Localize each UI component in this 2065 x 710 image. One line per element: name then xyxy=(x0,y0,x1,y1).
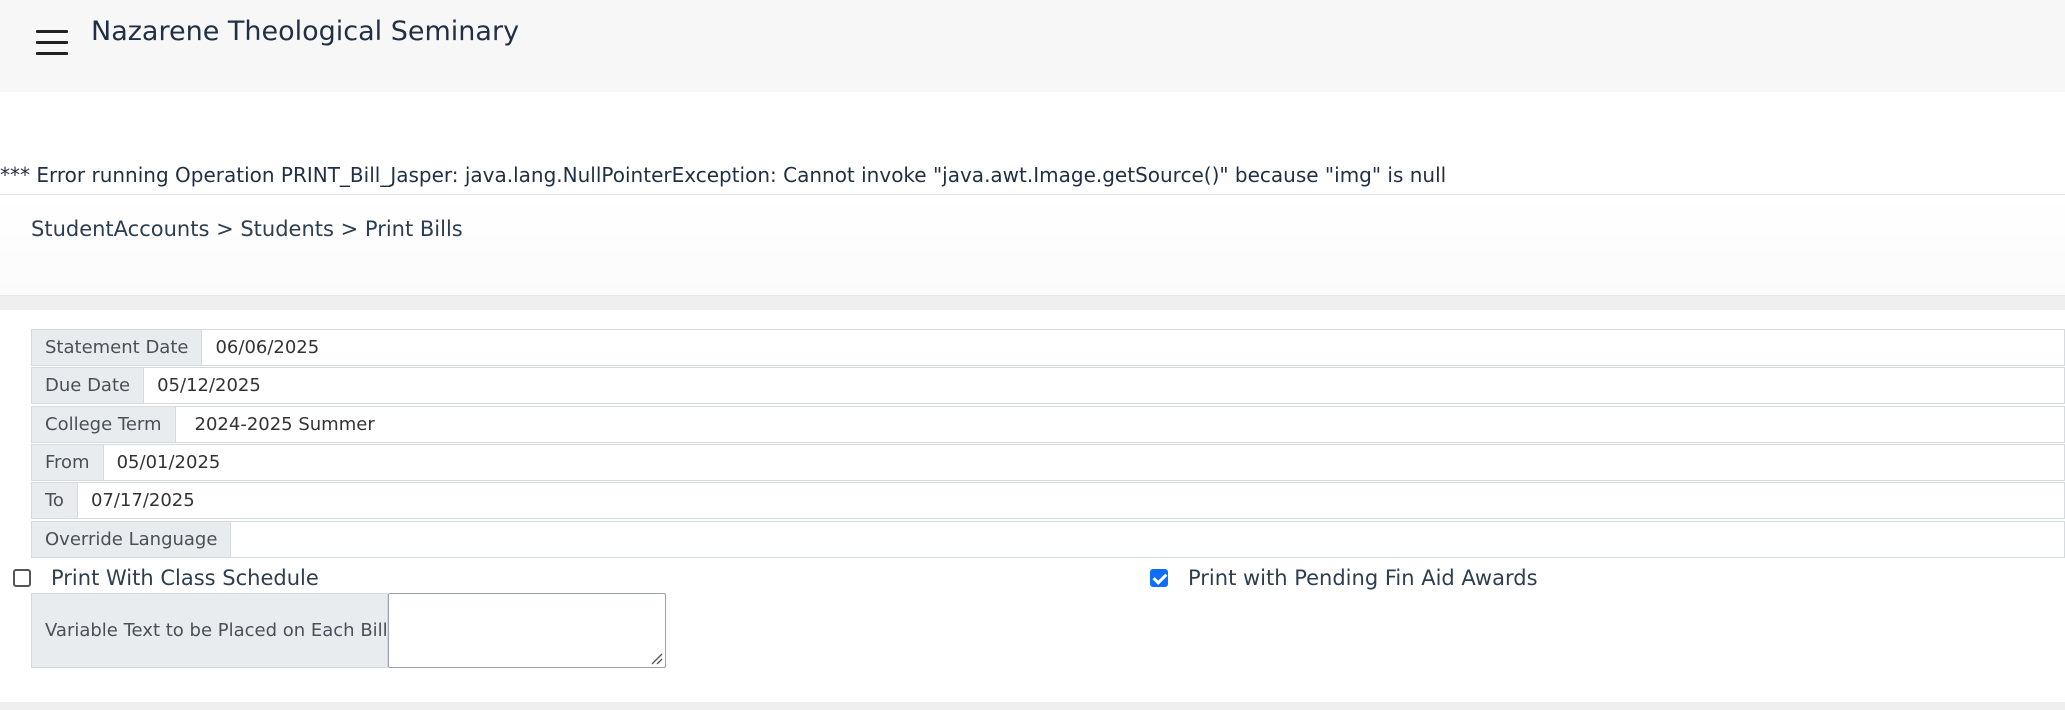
variable-text-textarea[interactable] xyxy=(388,593,666,668)
due-date-row: Due Date 05/12/2025 xyxy=(31,367,2065,404)
college-term-row: College Term 2024-2025 Summer xyxy=(31,406,2065,443)
print-with-pending-fin-aid-option[interactable]: Print with Pending Fin Aid Awards xyxy=(1150,566,1538,590)
from-date-row: From 05/01/2025 xyxy=(31,444,2065,481)
from-date-label: From xyxy=(31,444,104,481)
statement-date-input[interactable]: 06/06/2025 xyxy=(202,329,2065,366)
hamburger-menu-icon[interactable] xyxy=(36,30,68,56)
from-date-input[interactable]: 05/01/2025 xyxy=(103,444,2065,481)
variable-text-label: Variable Text to be Placed on Each Bill xyxy=(31,593,388,668)
to-date-row: To 07/17/2025 xyxy=(31,482,2065,519)
print-with-class-schedule-label[interactable]: Print With Class Schedule xyxy=(51,566,319,590)
college-term-select[interactable]: 2024-2025 Summer xyxy=(175,406,2065,443)
to-date-label: To xyxy=(31,482,78,519)
college-term-label: College Term xyxy=(31,406,176,443)
print-with-class-schedule-checkbox[interactable] xyxy=(13,569,31,587)
due-date-input[interactable]: 05/12/2025 xyxy=(144,367,2065,404)
statement-date-label: Statement Date xyxy=(31,329,203,366)
page-bottom-gap xyxy=(0,702,2065,710)
print-with-class-schedule-option[interactable]: Print With Class Schedule xyxy=(13,566,319,590)
app-title[interactable]: Nazarene Theological Seminary xyxy=(91,16,519,47)
error-message: *** Error running Operation PRINT_Bill_J… xyxy=(0,163,1447,187)
override-language-row: Override Language xyxy=(31,521,2065,558)
to-date-input[interactable]: 07/17/2025 xyxy=(77,482,2065,519)
statement-date-row: Statement Date 06/06/2025 xyxy=(31,329,2065,366)
breadcrumb: StudentAccounts > Students > Print Bills xyxy=(31,217,463,241)
print-with-pending-fin-aid-label[interactable]: Print with Pending Fin Aid Awards xyxy=(1188,566,1538,590)
due-date-label: Due Date xyxy=(31,367,145,404)
breadcrumb-panel: StudentAccounts > Students > Print Bills xyxy=(0,195,2065,296)
top-navbar: Nazarene Theological Seminary xyxy=(0,0,2065,92)
override-language-input[interactable] xyxy=(231,521,2065,558)
print-with-pending-fin-aid-checkbox[interactable] xyxy=(1150,569,1168,587)
section-gap xyxy=(0,296,2065,310)
override-language-label: Override Language xyxy=(31,521,232,558)
resize-grip-icon[interactable] xyxy=(650,652,663,665)
